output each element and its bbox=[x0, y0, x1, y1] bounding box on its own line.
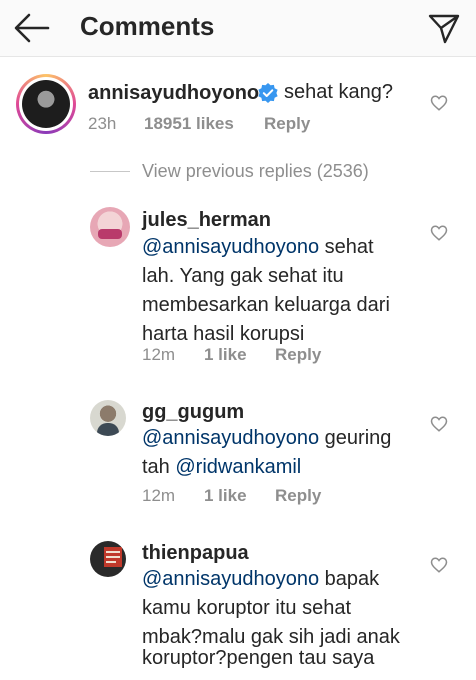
reply-text: @annisayudhoyono bapak bbox=[142, 568, 380, 590]
reply-time: 12m bbox=[142, 345, 176, 364]
reply-likes[interactable]: 1 like bbox=[204, 345, 247, 364]
reply-text-line: lah. Yang gak sehat itu bbox=[142, 265, 344, 287]
mention-link[interactable]: @annisayudhoyono bbox=[142, 427, 319, 449]
heart-outline-icon[interactable] bbox=[430, 94, 448, 112]
avatar[interactable] bbox=[90, 541, 126, 577]
heart-outline-icon[interactable] bbox=[430, 415, 448, 433]
back-button[interactable] bbox=[12, 10, 52, 46]
heart-outline-icon[interactable] bbox=[430, 224, 448, 242]
reply-text-line: membesarkan keluarga dari bbox=[142, 294, 390, 316]
mention-link[interactable]: @annisayudhoyono bbox=[142, 236, 319, 258]
reply-username[interactable]: jules_herman bbox=[142, 209, 271, 232]
reply-likes[interactable]: 1 like bbox=[204, 486, 247, 505]
header-bar: Comments bbox=[0, 0, 476, 57]
avatar bbox=[22, 80, 70, 128]
reply-button[interactable]: Reply bbox=[275, 486, 321, 505]
view-previous-replies-link[interactable]: View previous replies (2536) bbox=[142, 161, 369, 182]
reply-button[interactable]: Reply bbox=[264, 114, 310, 133]
mention-link[interactable]: @ridwankamil bbox=[175, 456, 301, 478]
arrow-left-icon bbox=[14, 13, 50, 43]
avatar[interactable] bbox=[90, 400, 126, 436]
reply-time: 12m bbox=[142, 486, 176, 505]
mention-link[interactable]: @annisayudhoyono bbox=[142, 568, 319, 590]
verified-badge-icon bbox=[258, 83, 278, 103]
page-title: Comments bbox=[80, 11, 215, 41]
comment-likes[interactable]: 18951 likes bbox=[144, 114, 234, 133]
comment-time: 23h bbox=[88, 114, 117, 133]
reply-username[interactable]: gg_gugum bbox=[142, 401, 244, 424]
share-button[interactable] bbox=[426, 10, 462, 46]
reply-text-line: kamu koruptor itu sehat bbox=[142, 597, 351, 619]
reply-text: @annisayudhoyono sehat bbox=[142, 236, 374, 258]
reply-button[interactable]: Reply bbox=[275, 345, 321, 364]
divider-line bbox=[90, 171, 130, 172]
comment-text: sehat kang? bbox=[284, 81, 393, 103]
reply-text-line: tah @ridwankamil bbox=[142, 456, 302, 478]
reply-text: @annisayudhoyono geuring bbox=[142, 427, 392, 449]
avatar-story-ring[interactable] bbox=[16, 74, 76, 134]
avatar[interactable] bbox=[90, 207, 130, 247]
heart-outline-icon[interactable] bbox=[430, 556, 448, 574]
reply-text-line: koruptor?pengen tau saya bbox=[142, 647, 375, 669]
paper-plane-icon bbox=[428, 14, 460, 44]
reply-username[interactable]: thienpapua bbox=[142, 542, 249, 565]
comment-username[interactable]: annisayudhoyono bbox=[88, 82, 259, 105]
